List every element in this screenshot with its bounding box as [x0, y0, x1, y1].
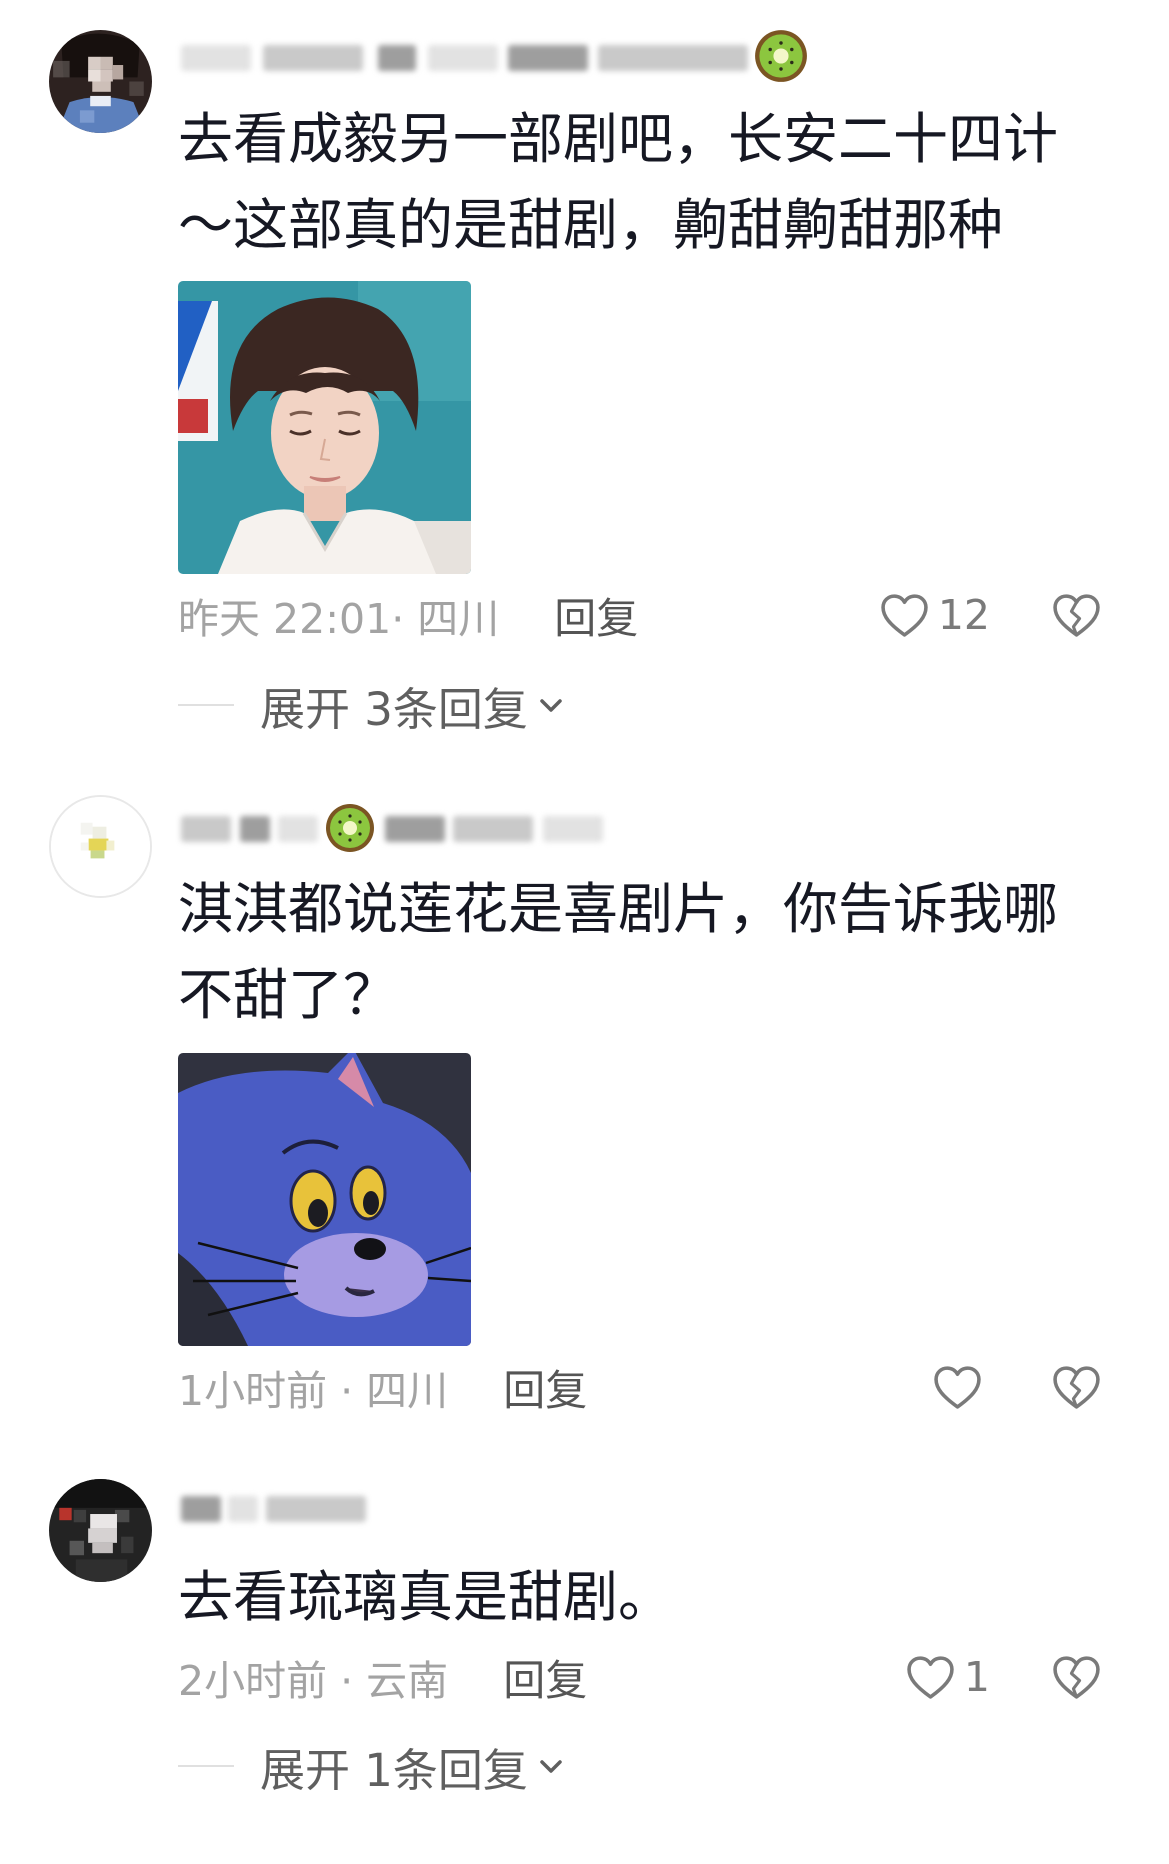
username-redacted[interactable]: [178, 1486, 878, 1530]
divider-line: [178, 704, 234, 706]
user-avatar[interactable]: [49, 30, 152, 133]
like-count: 12: [937, 591, 990, 639]
user-avatar[interactable]: [49, 795, 152, 898]
avatar-photo: [51, 797, 150, 896]
redacted-block: [453, 816, 533, 842]
heart-outline-icon: [881, 593, 928, 637]
username-redacted[interactable]: [178, 803, 878, 853]
like-button[interactable]: 12: [880, 591, 990, 639]
redacted-block: [181, 45, 251, 71]
redacted-block: [543, 816, 603, 842]
dislike-button[interactable]: [1052, 1655, 1101, 1700]
dislike-button[interactable]: [1052, 593, 1101, 638]
broken-heart-icon: [1053, 593, 1100, 637]
redacted-block: [278, 816, 318, 842]
comment-image[interactable]: [178, 1053, 471, 1346]
comment-text: 去看琉璃真是甜剧。: [178, 1554, 673, 1640]
redacted-block: [508, 45, 588, 71]
kiwi-emoji: [754, 29, 808, 83]
kiwi-emoji: [325, 803, 375, 853]
comment-text-line: 淇淇都说莲花是喜剧片，你告诉我哪: [178, 877, 1059, 941]
redacted-block: [598, 45, 748, 71]
broken-heart-icon: [1053, 1365, 1100, 1409]
comment-meta-row: 2小时前 · 云南 回复 1: [178, 1651, 1101, 1705]
reply-button[interactable]: 回复: [554, 585, 638, 646]
comment-text-line: ～这部真的是甜剧，齁甜齁甜那种: [178, 193, 1004, 257]
avatar-photo: [49, 30, 152, 133]
redacted-block: [181, 816, 231, 842]
comment-text: 淇淇都说莲花是喜剧片，你告诉我哪 不甜了？: [178, 866, 1058, 1038]
like-button[interactable]: [933, 1365, 982, 1410]
divider-line: [178, 1765, 234, 1767]
expand-replies-label: 展开 1条回复: [260, 1743, 528, 1797]
comment-actions: 1: [906, 1653, 1101, 1701]
like-count: 1: [963, 1653, 990, 1701]
redacted-block: [263, 45, 363, 71]
redacted-block: [385, 816, 445, 842]
redacted-block: [181, 1496, 221, 1522]
comment-list: 去看成毅另一部剧吧，长安二十四计 ～这部真的是甜剧，齁甜齁甜那种 昨天 22:0…: [0, 0, 1169, 1864]
comment-actions: 12: [880, 591, 1101, 639]
reply-button[interactable]: 回复: [503, 1357, 587, 1418]
expand-replies-button[interactable]: 展开 1条回复: [178, 1741, 566, 1797]
cartoon-cat-sticker: [178, 1053, 471, 1346]
comment-time-location: 昨天 22:01· 四川: [178, 595, 500, 643]
comment-image[interactable]: [178, 281, 471, 574]
chevron-down-icon: [540, 699, 562, 712]
broken-heart-icon: [1053, 1655, 1100, 1699]
comment-time-location: 2小时前 · 云南: [178, 1657, 449, 1705]
dislike-button[interactable]: [1052, 1365, 1101, 1410]
redacted-block: [240, 816, 270, 842]
heart-outline-icon: [907, 1655, 954, 1699]
comment-text: 去看成毅另一部剧吧，长安二十四计 ～这部真的是甜剧，齁甜齁甜那种: [178, 96, 1058, 268]
comment-meta-row: 1小时前 · 四川 回复: [178, 1361, 1101, 1415]
like-button[interactable]: 1: [906, 1653, 990, 1701]
expand-replies-button[interactable]: 展开 3条回复: [178, 680, 566, 736]
comment-text-line: 去看琉璃真是甜剧。: [178, 1565, 674, 1629]
comment-actions: [933, 1365, 1101, 1410]
redacted-block: [266, 1496, 366, 1522]
heart-outline-icon: [934, 1365, 981, 1409]
chevron-down-icon: [540, 1760, 562, 1773]
comment-text-line: 不甜了？: [178, 963, 399, 1027]
expand-replies-label: 展开 3条回复: [260, 682, 528, 736]
reply-button[interactable]: 回复: [503, 1647, 587, 1708]
avatar-photo: [49, 1479, 152, 1582]
redacted-block: [428, 45, 498, 71]
comment-meta-row: 昨天 22:01· 四川 回复 12: [178, 589, 1101, 643]
redacted-block: [228, 1496, 258, 1522]
redacted-block: [378, 45, 416, 71]
comment-time-location: 1小时前 · 四川: [178, 1367, 449, 1415]
user-avatar[interactable]: [49, 1479, 152, 1582]
portrait-photo: [178, 281, 471, 574]
comment-text-line: 去看成毅另一部剧吧，长安二十四计: [178, 107, 1059, 171]
username-redacted[interactable]: [178, 30, 878, 82]
